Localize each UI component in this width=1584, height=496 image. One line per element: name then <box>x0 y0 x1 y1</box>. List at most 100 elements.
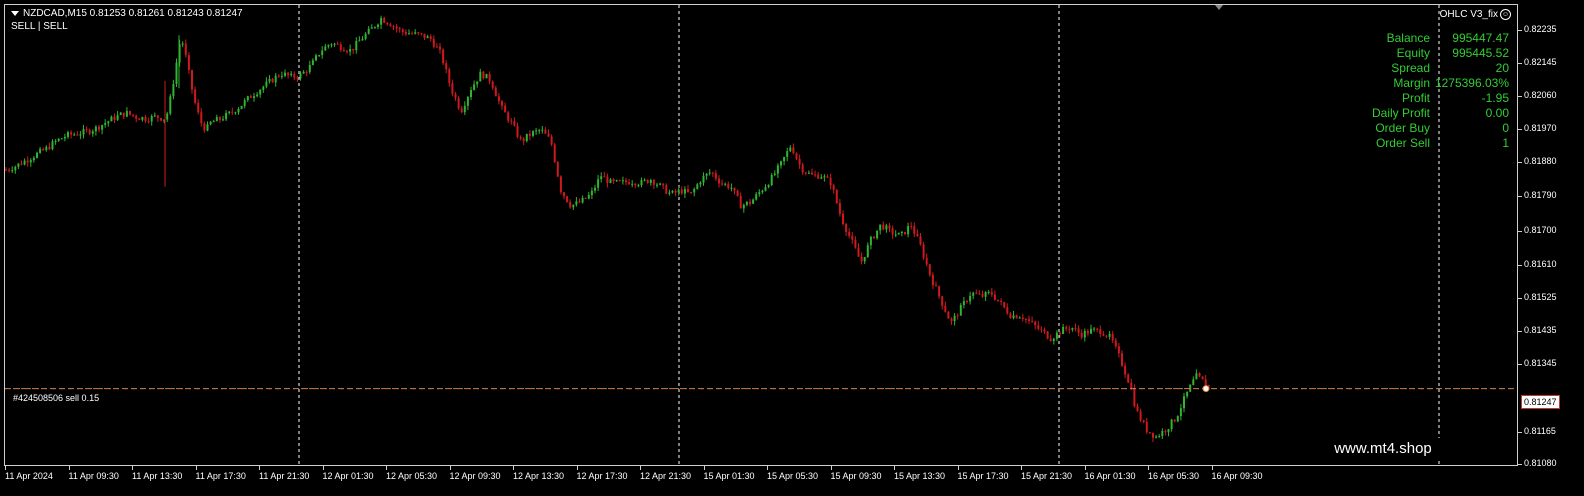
chart-shift-marker-icon <box>1215 5 1223 10</box>
price-tick-label: 0.81790 <box>1518 190 1557 200</box>
candle-body <box>119 112 122 116</box>
candle-body <box>287 72 290 76</box>
candle-body <box>609 179 612 184</box>
time-axis[interactable]: 11 Apr 2024 11 Apr 09:30 11 Apr 13:30 11 Ap… <box>0 466 1518 496</box>
candle-body <box>959 304 962 316</box>
candle-body <box>550 136 553 145</box>
candle-body <box>1161 430 1164 437</box>
order-line-label[interactable]: #424508506 sell 0.15 <box>13 393 99 403</box>
candle-body <box>1040 328 1043 330</box>
candle-body <box>978 293 981 295</box>
candle-body <box>414 32 417 34</box>
candle-body <box>953 315 956 322</box>
candle-body <box>315 55 317 61</box>
candle-body <box>17 163 20 167</box>
candle-body <box>925 257 928 265</box>
info-label: Profit <box>1401 91 1430 105</box>
candle-body <box>1192 379 1195 385</box>
candle-body <box>767 185 770 188</box>
candle-body <box>501 101 503 106</box>
candle-body <box>637 185 640 187</box>
candle-body <box>612 179 615 182</box>
candle-body <box>70 132 73 135</box>
candle-body <box>1043 329 1046 332</box>
smiley-icon[interactable]: ☺ <box>1500 9 1511 20</box>
candle-body <box>1003 302 1006 308</box>
candle-body <box>466 97 469 106</box>
time-tick-label: 12 Apr 21:30 <box>640 466 692 481</box>
info-value: 995445.52 <box>1452 46 1509 60</box>
candle-body <box>302 71 305 74</box>
candle-body <box>209 121 212 125</box>
candle-body <box>324 46 327 51</box>
candle-body <box>587 195 590 199</box>
candle-body <box>538 130 541 132</box>
candle-body <box>451 83 454 94</box>
candle-body <box>1164 430 1167 433</box>
candle-body <box>513 121 516 126</box>
candle-body <box>429 36 432 39</box>
candle-body <box>271 78 274 83</box>
candle-body <box>814 174 817 176</box>
candle-body <box>26 160 29 163</box>
candle-body <box>801 164 804 173</box>
candle-body <box>845 224 848 232</box>
candle-body <box>23 160 26 165</box>
candle-body <box>380 18 383 25</box>
candle-body <box>693 188 696 193</box>
candle-body <box>184 43 187 56</box>
info-row: Order Buy 0 <box>1360 121 1510 136</box>
candle-body <box>20 163 23 165</box>
candle-body <box>1170 419 1173 430</box>
price-tick-label: 0.81610 <box>1518 259 1557 269</box>
time-tick-label: 11 Apr 13:30 <box>132 466 183 481</box>
expert-advisor-name[interactable]: OHLC V3_fix ☺ <box>1440 9 1511 20</box>
candle-body <box>1049 338 1052 342</box>
time-tick-label: 15 Apr 13:30 <box>894 466 946 481</box>
candle-body <box>993 294 996 300</box>
candle-body <box>364 33 367 39</box>
symbol-header[interactable]: NZDCAD,M15 0.81253 0.81261 0.81243 0.812… <box>11 8 243 19</box>
candle-body <box>727 183 730 188</box>
dropdown-triangle-icon[interactable] <box>11 10 19 16</box>
candle-body <box>851 235 854 240</box>
candle-body <box>860 256 863 262</box>
candle-body <box>308 64 311 73</box>
candle-body <box>153 115 156 117</box>
candle-body <box>377 24 379 27</box>
candle-body <box>98 126 100 130</box>
price-axis[interactable]: 0.82235 0.82145 0.82060 0.81970 0.81880 0.817… <box>1518 0 1584 496</box>
candle-body <box>473 84 476 91</box>
time-tick-label: 12 Apr 05:30 <box>386 466 438 481</box>
candle-body <box>1142 420 1145 422</box>
candle-body <box>1124 365 1127 375</box>
candle-body <box>507 112 510 121</box>
candle-body <box>826 176 829 178</box>
candle-body <box>910 226 913 228</box>
time-tick-label: 11 Apr 17:30 <box>195 466 246 481</box>
time-tick-label: 15 Apr 05:30 <box>767 466 819 481</box>
info-row: Profit -1.95 <box>1360 91 1510 106</box>
candle-body <box>780 161 782 166</box>
candle-body <box>984 292 987 297</box>
candle-body <box>296 77 299 79</box>
candle-body <box>156 115 159 119</box>
candle-body <box>1015 315 1018 319</box>
info-value: -1.95 <box>1481 91 1509 105</box>
order-entry-marker <box>1202 385 1210 393</box>
chart-area[interactable]: NZDCAD,M15 0.81253 0.81261 0.81243 0.812… <box>4 4 1518 466</box>
candle-body <box>442 49 445 64</box>
candle-body <box>922 244 925 258</box>
candle-body <box>590 190 593 196</box>
candle-body <box>122 112 125 117</box>
candle-body <box>1021 317 1024 320</box>
ea-name-text: OHLC V3_fix <box>1439 9 1498 21</box>
info-row: Daily Profit 0.00 <box>1360 106 1510 121</box>
candle-body <box>1080 332 1083 338</box>
candle-body <box>463 105 466 113</box>
time-tick-label: 15 Apr 09:30 <box>830 466 882 481</box>
info-label: Spread <box>1391 61 1430 75</box>
info-label: Balance <box>1386 31 1430 45</box>
candle-body <box>776 165 779 174</box>
candle-body <box>1121 353 1123 366</box>
